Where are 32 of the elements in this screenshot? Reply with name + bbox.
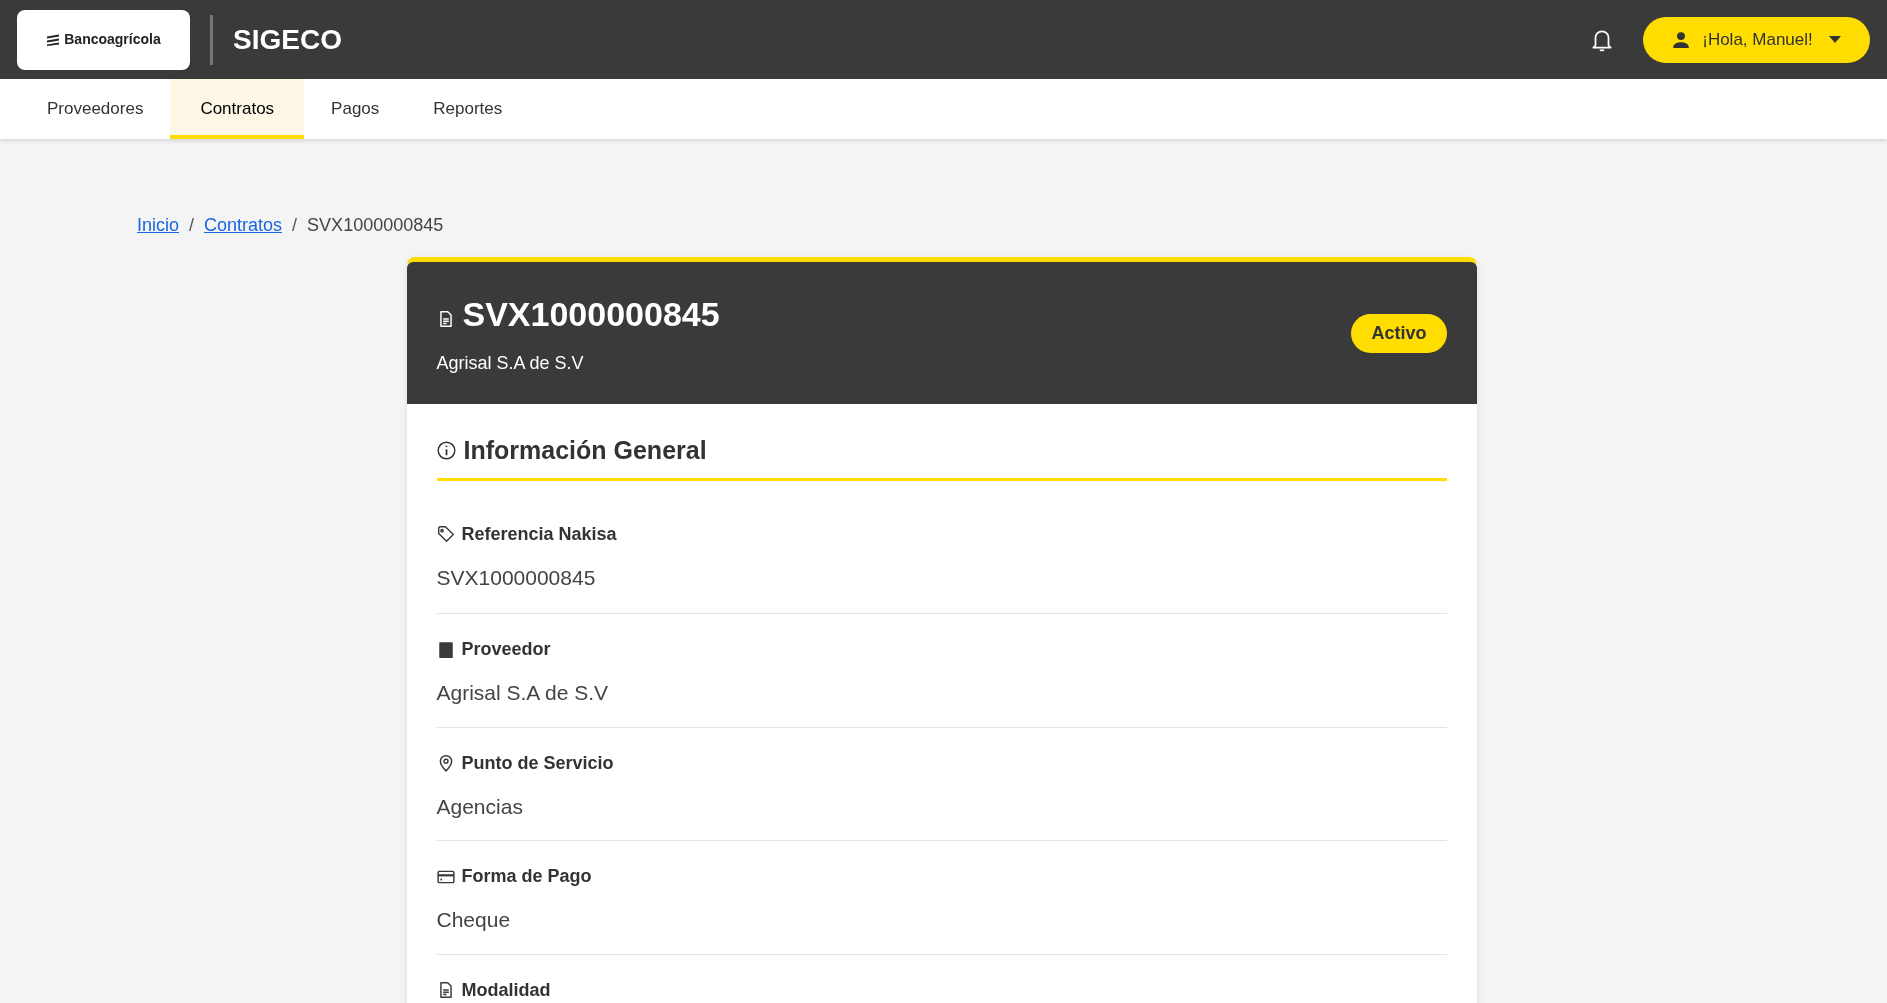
building-icon [436,640,455,659]
breadcrumb-link[interactable]: Inicio [137,212,180,239]
breadcrumb-separator: / [189,214,195,237]
breadcrumb-current: SVX1000000845 [307,214,444,237]
breadcrumb-link[interactable]: Contratos [204,212,283,239]
contract-title: SVX1000000845 [462,294,720,335]
user-menu-button[interactable]: ¡Hola, Manuel! [1643,16,1870,63]
info-icon [436,441,456,461]
status-badge: Activo [1351,313,1447,353]
field-label: Punto de Servicio [461,751,614,775]
user-icon [1672,30,1691,49]
field-label: Forma de Pago [461,865,592,888]
field-label: Referencia Nakisa [461,522,617,546]
logo[interactable]: Bancoagrícola [17,9,190,70]
field-label: Proveedor [461,638,551,661]
field-value: SVX1000000845 [436,564,597,591]
tag-icon [436,525,455,543]
nav-tab[interactable]: Reportes [406,79,530,139]
logo-stripes-icon [46,33,61,46]
breadcrumb-separator: / [292,214,298,237]
contract-subtitle: Agrisal S.A de S.V [436,352,585,375]
logo-text: Bancoagrícola [64,30,161,49]
field-value: Agrisal S.A de S.V [436,680,610,706]
nav-tab[interactable]: Contratos [170,79,305,139]
section-title: Información General [463,435,707,466]
app-title: SIGECO [233,22,342,57]
field-label: Modalidad [461,978,551,1002]
field-value: Agencias [436,793,524,820]
caret-icon [1828,35,1841,44]
nav-tab[interactable]: Pagos [304,79,407,139]
field-value: Cheque [436,907,512,933]
nav-tab[interactable]: Proveedores [20,79,171,139]
